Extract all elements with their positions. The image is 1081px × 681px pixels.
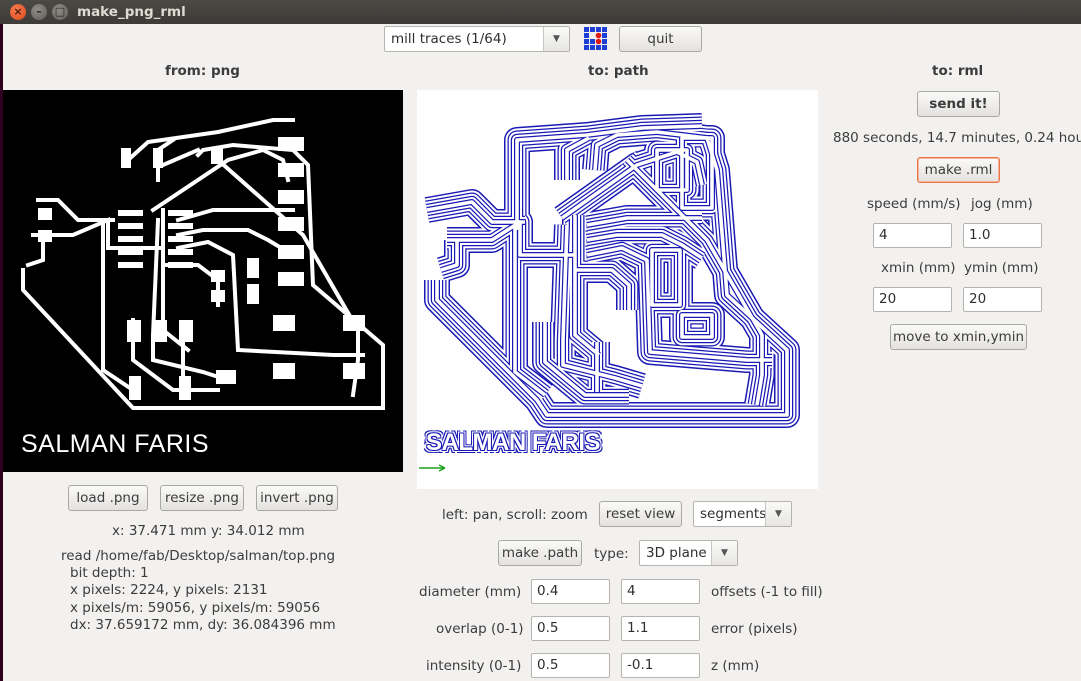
process-select-value: mill traces (1/64) [391,31,507,47]
diameter-input[interactable]: 0.4 [531,579,610,604]
z-label: z (mm) [711,658,760,674]
view-mode-value: segments [700,506,767,522]
png-bit-depth: bit depth: 1 [70,565,149,582]
load-png-button[interactable]: load .png [68,485,148,511]
maximize-window-icon[interactable]: □ [52,4,68,20]
make-path-button[interactable]: make .path [498,540,582,566]
intensity-label: intensity (0-1) [426,658,522,674]
chevron-down-icon: ▼ [765,502,791,526]
window-title: make_png_rml [77,4,186,20]
path-preview-label: SALMAN FARIS [426,429,601,456]
invert-png-button[interactable]: invert .png [256,485,338,511]
view-mode-select[interactable]: segments ▼ [693,501,792,527]
png-pixels-per-m: x pixels/m: 59056, y pixels/m: 59056 [70,599,321,616]
diameter-label: diameter (mm) [419,584,522,600]
z-input[interactable]: -0.1 [621,653,700,678]
png-physical-size: dx: 37.659172 mm, dy: 36.084396 mm [70,616,336,633]
overlap-label: overlap (0-1) [436,621,524,637]
close-window-icon[interactable]: × [10,4,26,20]
speed-input[interactable]: 4 [873,223,952,248]
path-panel-header: to: path [588,63,649,79]
fab-modules-logo-icon [584,27,608,51]
chevron-down-icon: ▼ [711,541,737,565]
png-panel-header: from: png [165,63,240,79]
type-select-value: 3D plane [646,545,707,561]
reset-view-button[interactable]: reset view [599,501,682,527]
png-preview[interactable]: SALMAN FARIS [3,90,403,472]
png-pixel-size: x pixels: 2224, y pixels: 2131 [70,582,268,599]
resize-png-button[interactable]: resize .png [160,485,244,511]
offsets-label: offsets (-1 to fill) [711,584,823,600]
type-select[interactable]: 3D plane ▼ [639,540,738,566]
png-read-path: read /home/fab/Desktop/salman/top.png [61,548,336,564]
quit-button[interactable]: quit [619,26,702,52]
jog-input[interactable]: 1.0 [963,223,1042,248]
overlap-input[interactable]: 0.5 [531,616,610,641]
png-preview-label: SALMAN FARIS [21,430,209,458]
xmin-input[interactable]: 20 [873,287,952,312]
ymin-label: ymin (mm) [964,260,1039,276]
png-file-info: read /home/fab/Desktop/salman/top.png bi… [61,548,336,634]
chevron-down-icon: ▼ [543,27,569,51]
type-label: type: [594,546,629,562]
speed-label: speed (mm/s) [867,196,961,212]
process-select[interactable]: mill traces (1/64) ▼ [384,26,570,52]
time-estimate: 880 seconds, 14.7 minutes, 0.24 hours [833,130,1081,146]
error-input[interactable]: 1.1 [621,616,700,641]
move-to-origin-button[interactable]: move to xmin,ymin [890,324,1027,350]
offsets-input[interactable]: 4 [621,579,700,604]
error-label: error (pixels) [711,621,798,637]
cursor-coordinates: x: 37.471 mm y: 34.012 mm [112,523,305,539]
minimize-window-icon[interactable]: – [31,4,47,20]
title-bar: × – □ make_png_rml [0,0,1081,24]
navigation-hint: left: pan, scroll: zoom [442,507,588,523]
make-rml-button[interactable]: make .rml [917,157,1000,183]
xmin-label: xmin (mm) [881,260,956,276]
jog-label: jog (mm) [971,196,1033,212]
rml-panel-header: to: rml [932,63,984,79]
path-preview[interactable]: SALMAN FARIS [417,90,818,489]
send-it-button[interactable]: send it! [917,91,1000,117]
ymin-input[interactable]: 20 [963,287,1042,312]
intensity-input[interactable]: 0.5 [531,653,610,678]
